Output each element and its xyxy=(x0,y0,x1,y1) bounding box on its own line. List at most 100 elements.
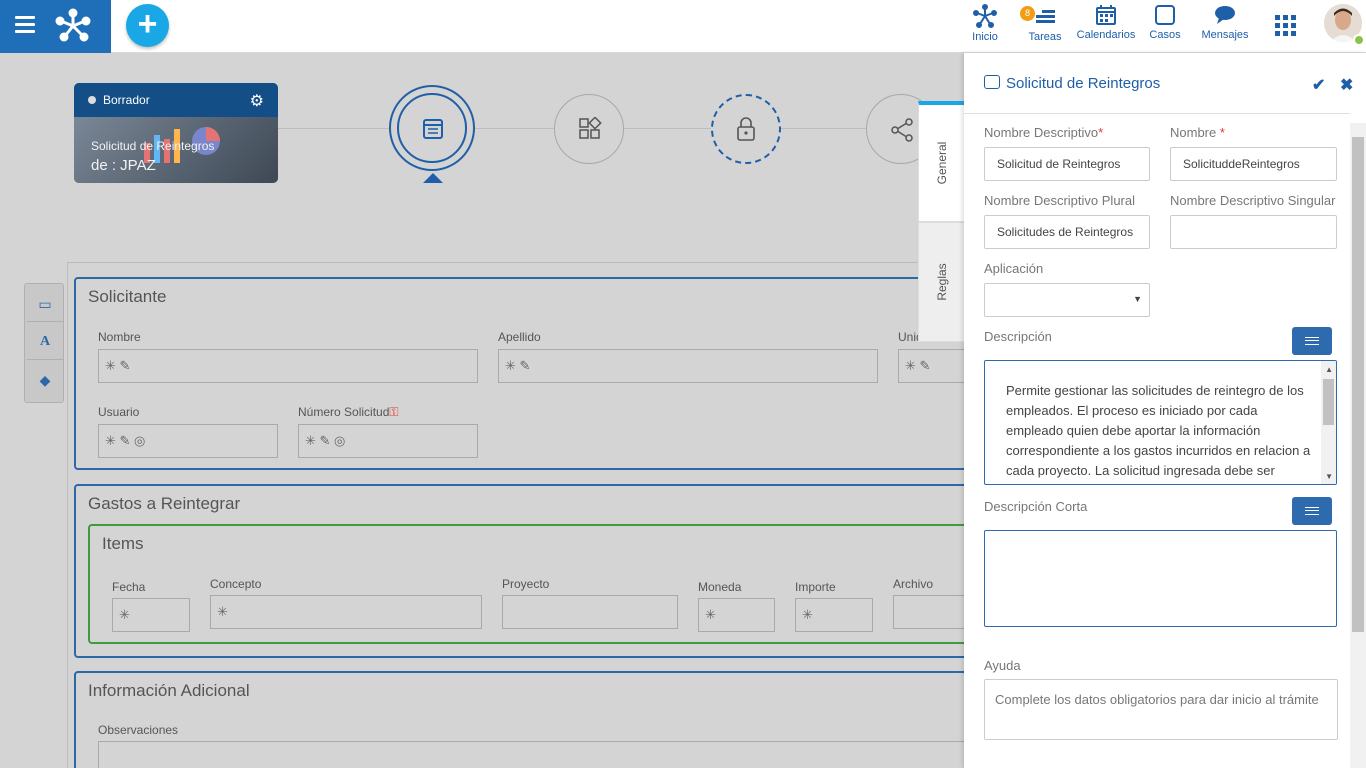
field-unidad[interactable]: ✳ ✎ xyxy=(898,349,964,383)
field-label: Descripción xyxy=(984,329,1052,344)
aplicacion-select[interactable]: ▼ xyxy=(984,283,1150,317)
nav-mensajes[interactable]: Mensajes xyxy=(1200,4,1250,41)
share-icon xyxy=(891,118,913,142)
column-label: Fecha xyxy=(112,580,146,594)
designer-canvas: Borrador ⚙ Solicitud de Reintegros de : … xyxy=(0,53,964,768)
nombre-plural-input[interactable]: Solicitudes de Reintegros xyxy=(984,215,1150,249)
field-observaciones[interactable] xyxy=(98,741,964,768)
field-label: Aplicación xyxy=(984,261,1044,276)
field-label: Nombre xyxy=(98,330,141,344)
field-label: Nombre Descriptivo* xyxy=(984,125,1103,140)
nav-calendarios[interactable]: Calendarios xyxy=(1075,4,1137,41)
process-card[interactable]: Borrador ⚙ Solicitud de Reintegros de : … xyxy=(74,83,278,183)
cases-icon xyxy=(1155,5,1175,25)
calendar-icon xyxy=(1096,5,1116,25)
nav-tareas[interactable]: 8 Tareas xyxy=(1020,4,1065,43)
hamburger-menu-icon[interactable] xyxy=(15,16,35,34)
nav-inicio[interactable]: Inicio xyxy=(965,4,1005,43)
step-model[interactable] xyxy=(554,94,624,164)
tab-general[interactable]: General xyxy=(918,101,964,222)
gear-icon[interactable]: ⚙ xyxy=(250,91,264,111)
field-importe[interactable]: ✳ xyxy=(795,598,873,632)
editor-button[interactable] xyxy=(1292,497,1332,525)
properties-panel: Solicitud de Reintegros ✔ ✖ Nombre Descr… xyxy=(964,53,1366,768)
step-security[interactable] xyxy=(711,94,781,164)
panel-title: Solicitud de Reintegros xyxy=(984,75,1160,92)
section-gastos[interactable]: Gastos a Reintegrar Items Fecha ✳ Concep… xyxy=(74,484,964,658)
brand-area xyxy=(0,0,111,53)
column-label: Moneda xyxy=(698,580,742,594)
chat-icon xyxy=(1215,6,1235,24)
tab-label: Reglas xyxy=(934,263,949,301)
field-label: Nombre * xyxy=(1170,125,1225,140)
column-label: Proyecto xyxy=(502,577,550,591)
scroll-down-icon[interactable]: ▼ xyxy=(1325,472,1333,481)
scroll-up-icon[interactable]: ▲ xyxy=(1325,365,1333,374)
process-card-header: Borrador ⚙ xyxy=(74,83,278,117)
status-dot-icon xyxy=(88,96,96,104)
shapes-icon xyxy=(579,117,602,139)
laptop-icon[interactable]: ▭ xyxy=(27,286,63,322)
required-mark: * xyxy=(1219,125,1225,140)
section-solicitante[interactable]: Solicitante Nombre ✳ ✎ Apellido ✳ ✎ Unid… xyxy=(74,277,964,470)
field-numero-solicitud[interactable]: ✳ ✎ ◎ xyxy=(298,424,478,458)
nombre-descriptivo-input[interactable]: Solicitud de Reintegros xyxy=(984,147,1150,181)
field-moneda[interactable]: ✳ xyxy=(698,598,775,632)
divider xyxy=(964,113,1350,114)
app-logo-icon[interactable] xyxy=(55,8,91,42)
scroll-thumb[interactable] xyxy=(1323,379,1334,425)
textarea-scrollbar[interactable]: ▲ ▼ xyxy=(1321,361,1336,484)
tasks-badge: 8 xyxy=(1020,6,1035,21)
field-usuario[interactable]: ✳ ✎ ◎ xyxy=(98,424,278,458)
field-label: Nombre Descriptivo Plural xyxy=(984,193,1135,208)
side-toolbar: ▭ A ◆ xyxy=(24,283,64,403)
key-icon: ⚿ xyxy=(389,405,399,419)
step-pointer-icon xyxy=(423,173,443,183)
lock-icon xyxy=(737,117,755,141)
dropdown-arrow-icon: ▼ xyxy=(1133,294,1142,304)
field-proyecto[interactable] xyxy=(502,595,678,629)
label-text: Nombre Descriptivo xyxy=(984,125,1099,140)
field-label: Descripción Corta xyxy=(984,499,1088,514)
field-label: Usuario xyxy=(98,405,140,419)
label-text: Nombre xyxy=(1170,125,1217,140)
field-concepto[interactable]: ✳ xyxy=(210,595,482,629)
editor-button[interactable] xyxy=(1292,327,1332,355)
nombre-input[interactable]: SolicituddeReintegros xyxy=(1170,147,1337,181)
add-button[interactable]: + xyxy=(126,4,169,47)
field-apellido[interactable]: ✳ ✎ xyxy=(498,349,878,383)
confirm-check-icon[interactable]: ✔ xyxy=(1312,75,1325,95)
step-form[interactable] xyxy=(389,85,475,171)
field-archivo[interactable] xyxy=(893,595,964,629)
field-label: Apellido xyxy=(498,330,541,344)
descripcion-textarea[interactable]: Permite gestionar las solicitudes de rei… xyxy=(984,360,1337,485)
process-title: Solicitud de Reintegros xyxy=(91,139,215,153)
field-nombre[interactable]: ✳ ✎ xyxy=(98,349,478,383)
field-fecha[interactable]: ✳ xyxy=(112,598,190,632)
nav-label: Mensajes xyxy=(1201,29,1249,41)
nav-label: Inicio xyxy=(972,31,998,43)
apps-grid-icon[interactable] xyxy=(1275,15,1297,37)
column-label: Archivo xyxy=(893,577,934,591)
process-card-thumbnail: Solicitud de Reintegros de : JPAZ xyxy=(74,117,278,183)
grid-items[interactable]: Items Fecha ✳ Concepto ✳ Proyecto Moneda… xyxy=(88,524,964,644)
required-mark: * xyxy=(1098,125,1104,140)
close-icon[interactable]: ✖ xyxy=(1340,75,1353,95)
nav-label: Calendarios xyxy=(1076,29,1136,41)
scroll-thumb[interactable] xyxy=(1352,137,1364,632)
panel-scrollbar[interactable] xyxy=(1350,123,1366,768)
tab-reglas[interactable]: Reglas xyxy=(918,222,964,342)
ayuda-textarea[interactable]: Complete los datos obligatorios para dar… xyxy=(984,679,1338,740)
descripcion-corta-textarea[interactable] xyxy=(984,530,1337,627)
text-icon[interactable]: A xyxy=(27,324,63,360)
ayuda-text: Complete los datos obligatorios para dar… xyxy=(995,692,1319,707)
process-status: Borrador xyxy=(103,93,150,107)
field-label: Nombre Descriptivo Singular xyxy=(1170,193,1336,208)
process-author: de : JPAZ xyxy=(91,157,156,174)
nombre-singular-input[interactable] xyxy=(1170,215,1337,249)
section-informacion[interactable]: Información Adicional Observaciones xyxy=(74,671,964,768)
descripcion-text: Permite gestionar las solicitudes de rei… xyxy=(1006,383,1311,478)
nav-casos[interactable]: Casos xyxy=(1145,4,1185,41)
section-title: Información Adicional xyxy=(88,681,250,700)
cube-icon[interactable]: ◆ xyxy=(27,362,63,398)
